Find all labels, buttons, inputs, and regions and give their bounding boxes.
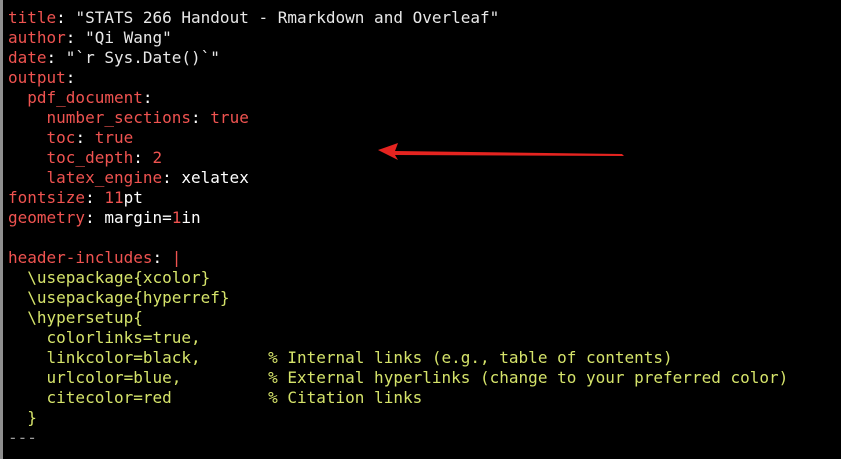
code-token: toc_depth [46,148,134,167]
code-editor[interactable]: ---title: "STATS 266 Handout - Rmarkdown… [0,0,841,459]
code-token: in [181,208,201,227]
code-token: : [75,128,95,147]
code-token: fontsize [8,188,86,207]
code-token: : [85,208,105,227]
code-token: % External hyperlinks (change to your pr… [268,368,789,387]
code-token: % Citation links [268,388,423,407]
code-token: : [46,48,66,67]
code-token: latex_engine [46,168,163,187]
latex-engine-line[interactable]: latex_engine: xelatex [8,168,788,188]
code-token: output [8,68,66,87]
yaml-open-delim[interactable]: --- [8,0,788,8]
hypersetup-close-line[interactable]: } [8,408,788,428]
code-token: \usepackage{xcolor} [8,268,211,287]
usepackage-xcolor-line[interactable]: \usepackage{xcolor} [8,268,788,288]
code-token: | [171,248,182,267]
code-token: 11 [104,188,124,207]
code-token: \hypersetup{ [8,308,143,327]
blank-line[interactable] [8,228,788,248]
code-token: : [191,108,211,127]
code-token: : [65,68,76,87]
code-token: pt [123,188,143,207]
citecolor-line[interactable]: citecolor=red % Citation links [8,388,788,408]
code-token: 2 [152,148,163,167]
code-token: linkcolor=black, [8,348,269,367]
usepackage-hyperref-line[interactable]: \usepackage{hyperref} [8,288,788,308]
code-token: : [65,28,86,47]
toc-depth-line[interactable]: toc_depth: 2 [8,148,788,168]
code-token: : [56,8,76,27]
code-token: : [142,88,153,107]
header-includes-line[interactable]: header-includes: | [8,248,788,268]
code-token: } [8,408,37,427]
toc-line[interactable]: toc: true [8,128,788,148]
code-token: xelatex [181,168,249,187]
code-token: "`r Sys.Date()`" [65,48,220,67]
code-token: : [162,168,182,187]
code-token: author [8,28,66,47]
colorlinks-line[interactable]: colorlinks=true, [8,328,788,348]
code-token: colorlinks=true, [8,328,201,347]
code-token: header-includes [8,248,153,267]
hypersetup-line[interactable]: \hypersetup{ [8,308,788,328]
code-token: : [85,188,105,207]
code-token: --- [8,428,37,447]
fontsize-line[interactable]: fontsize: 11pt [8,188,788,208]
code-token: margin= [104,208,172,227]
code-token: % Internal links (e.g., table of content… [268,348,673,367]
pdf-document-line[interactable]: pdf_document: [8,88,788,108]
code-token: toc [46,128,76,147]
code-token: date [8,48,47,67]
code-token: citecolor=red [8,388,269,407]
yaml-close-delim[interactable]: --- [8,428,788,448]
title-line[interactable]: title: "STATS 266 Handout - Rmarkdown an… [8,8,788,28]
code-token: "STATS 266 Handout - Rmarkdown and Overl… [75,8,500,27]
code-token: number_sections [46,108,192,127]
author-line[interactable]: author: "Qi Wang" [8,28,788,48]
code-token: geometry [8,208,86,227]
editor-gutter [0,0,3,459]
code-token: \usepackage{hyperref} [8,288,230,307]
output-line[interactable]: output: [8,68,788,88]
date-line[interactable]: date: "`r Sys.Date()`" [8,48,788,68]
geometry-line[interactable]: geometry: margin=1in [8,208,788,228]
code-token: title [8,8,57,27]
code-token: 1 [171,208,182,227]
urlcolor-line[interactable]: urlcolor=blue, % External hyperlinks (ch… [8,368,789,388]
number-sections-line[interactable]: number_sections: true [8,108,788,128]
linkcolor-line[interactable]: linkcolor=black, % Internal links (e.g.,… [8,348,788,368]
code-token: true [210,108,249,127]
code-token: : [152,248,172,267]
code-token: pdf_document [27,88,143,107]
code-token: : [133,148,153,167]
code-token: "Qi Wang" [85,28,172,47]
code-token: true [94,128,134,147]
code-token: --- [8,0,37,7]
code-lines[interactable]: ---title: "STATS 266 Handout - Rmarkdown… [8,0,788,448]
code-token: urlcolor=blue, [8,368,269,387]
